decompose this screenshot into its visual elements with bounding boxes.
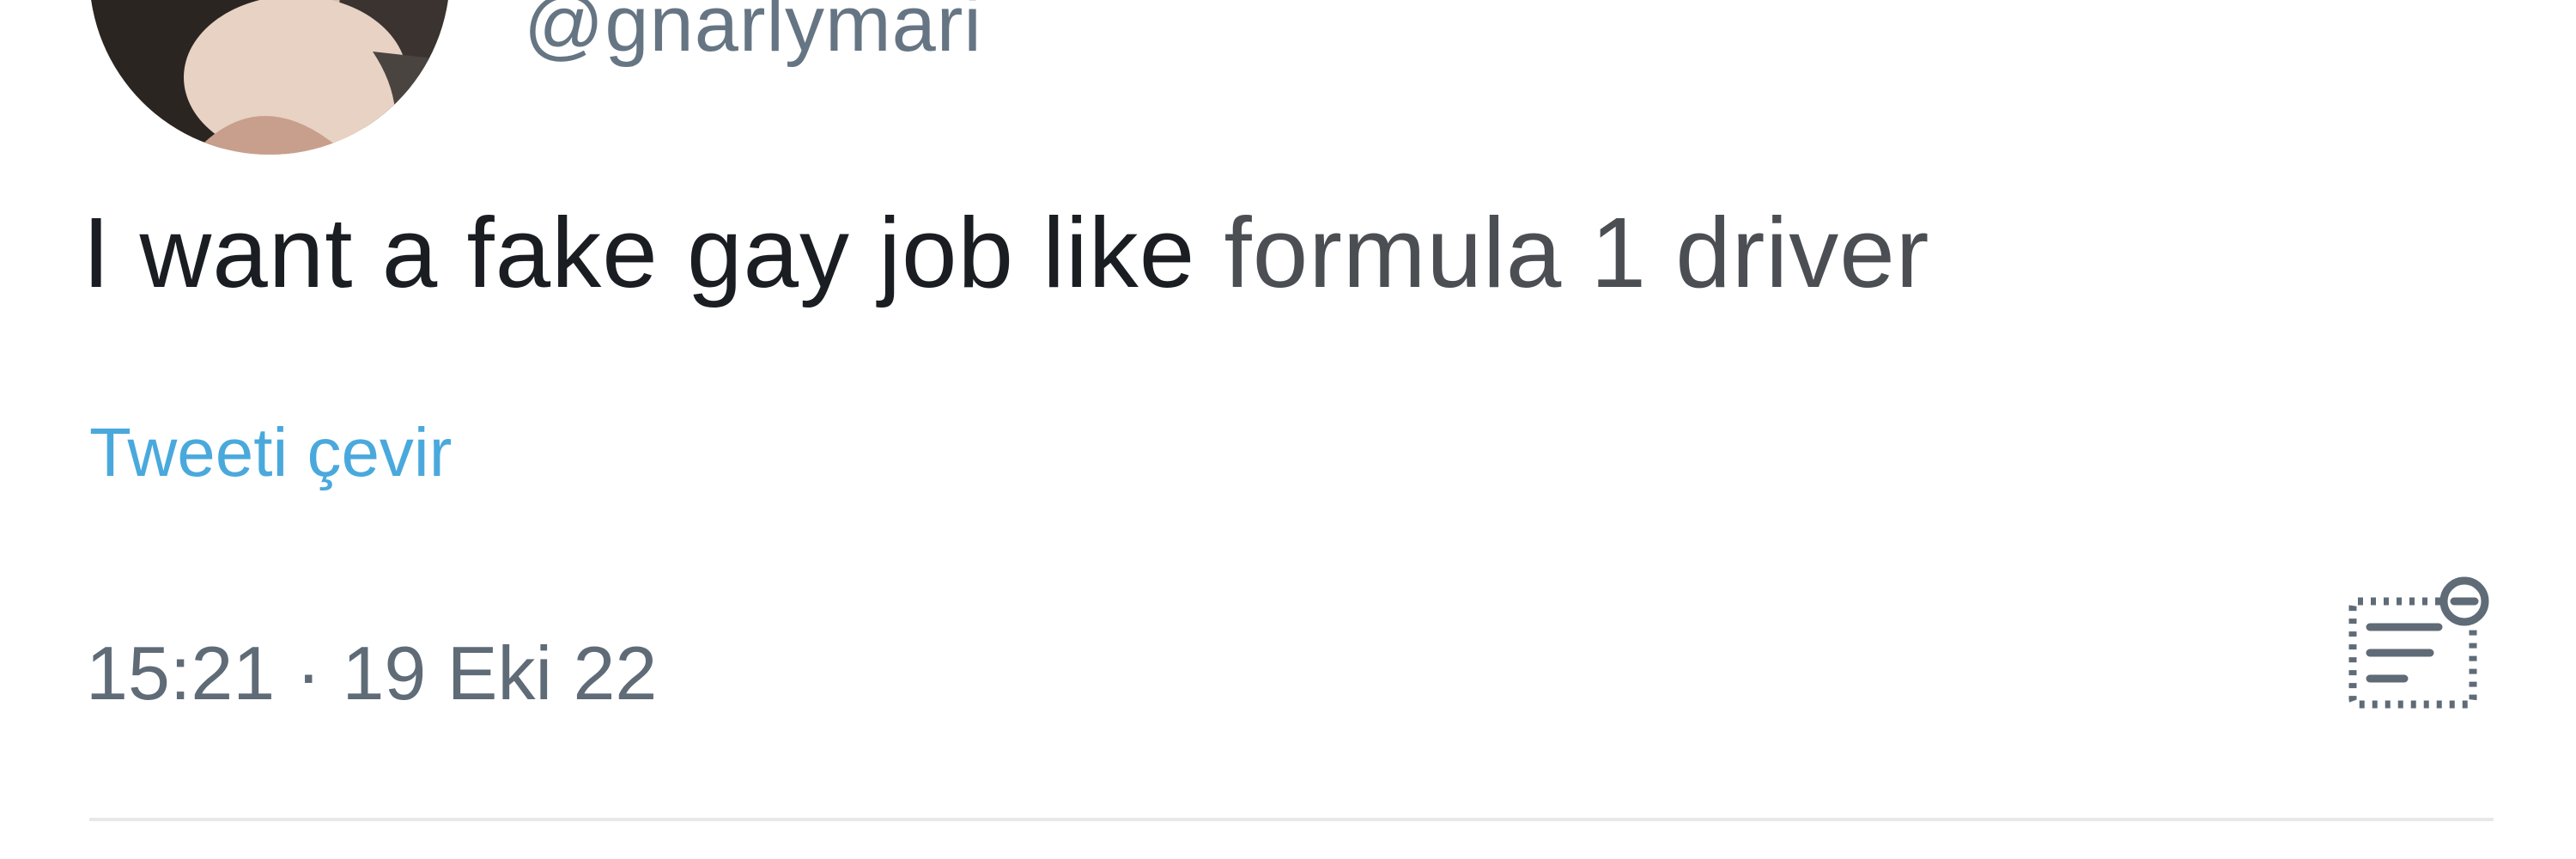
meta-separator: · <box>295 631 321 716</box>
avatar-photo-icon <box>89 0 450 155</box>
tweet-timestamp[interactable]: 15:21 · 19 Eki 22 <box>86 636 657 711</box>
avatar[interactable] <box>89 0 450 155</box>
translate-tweet-link[interactable]: Tweeti çevir <box>89 418 452 487</box>
divider <box>89 818 2494 821</box>
tweet-text: I want a fake gay job like formula 1 dri… <box>82 203 1929 302</box>
tweet-time: 15:21 <box>86 631 276 716</box>
view-analytics-icon[interactable] <box>2336 567 2507 722</box>
tweet-text-main: I want a fake gay job like <box>82 197 1224 308</box>
tweet-screenshot: @gnarlymari I want a fake gay job like f… <box>0 0 2576 859</box>
tweet-text-tail: formula 1 driver <box>1224 197 1930 308</box>
user-handle[interactable]: @gnarlymari <box>524 0 982 64</box>
tweet-date: 19 Eki 22 <box>342 631 658 716</box>
